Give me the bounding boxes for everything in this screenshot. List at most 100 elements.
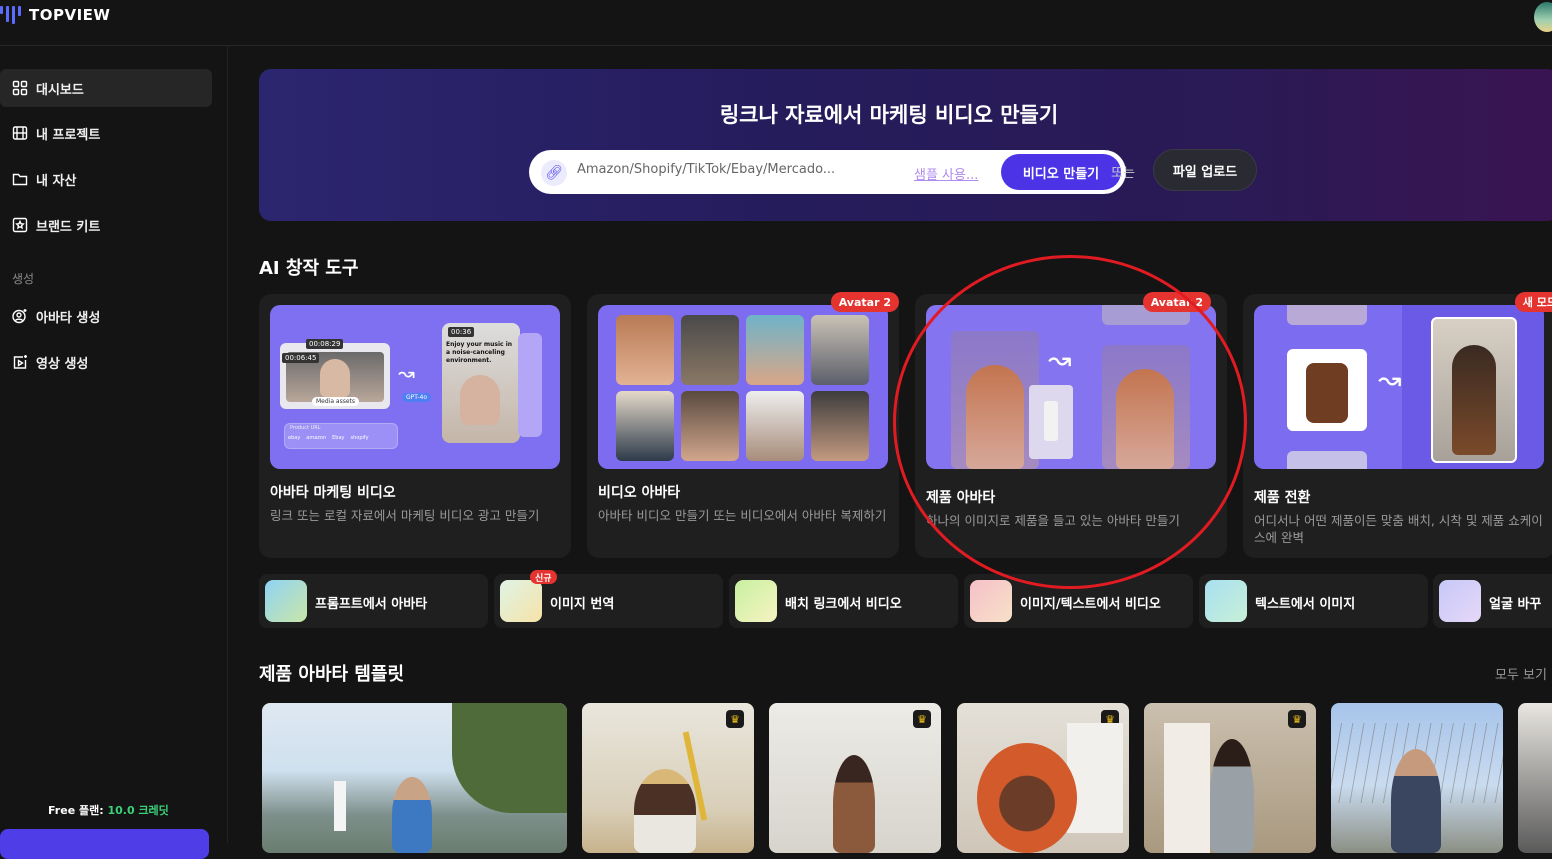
tool-card-avatar-marketing[interactable]: 00:08:29 00:06:45 Media assets Product U…: [259, 294, 571, 558]
tool-name: 제품 전환: [1254, 490, 1311, 506]
link-icon: 🔗︎: [541, 160, 567, 186]
tool-thumbnail: [598, 305, 888, 469]
tool-desc: 어디서나 어떤 제품이든 맞춤 배치, 시착 및 제품 쇼케이스에 완벽: [1254, 513, 1543, 545]
sidebar-item-avatar-create[interactable]: 아바타 생성: [0, 297, 212, 335]
logo-text: TOPVIEW: [29, 6, 111, 24]
gpt-chip: GPT-4o: [402, 393, 432, 402]
prompt-avatar-icon: [265, 580, 307, 622]
tool-card-product-switch[interactable]: ↝ 새 모드 제품 전환 어디서나 어떤 제품이든 맞춤 배치, 시착 및 제품…: [1243, 292, 1552, 558]
arrow-icon: ↝: [1378, 363, 1402, 396]
face-swap-icon: [1439, 580, 1481, 622]
media-chip: Media assets: [312, 397, 360, 406]
sidebar-item-label: 대시보드: [36, 82, 84, 98]
template-card[interactable]: [1518, 703, 1552, 853]
url-input[interactable]: [577, 162, 852, 177]
crown-icon: ♛: [726, 710, 744, 728]
tool-name: 비디오 아바타: [598, 485, 681, 501]
upgrade-button[interactable]: [0, 829, 209, 859]
sample-link[interactable]: 샘플 사용...: [914, 164, 978, 183]
mini-tool-label: 배치 링크에서 비디오: [785, 597, 902, 612]
image-text-video-icon: [970, 580, 1012, 622]
template-card[interactable]: ♛: [957, 703, 1129, 853]
crown-icon: ♛: [1288, 710, 1306, 728]
template-card[interactable]: ♛: [582, 703, 754, 853]
store-label: Ebay: [332, 435, 345, 441]
logo[interactable]: TOPVIEW: [0, 6, 110, 24]
tool-thumbnail: ↝: [926, 305, 1216, 469]
avatar2-badge: Avatar 2: [830, 292, 899, 312]
store-label: amazon: [306, 435, 327, 441]
template-card[interactable]: [1331, 703, 1503, 853]
main-content: 링크나 자료에서 마케팅 비디오 만들기 🔗︎ 샘플 사용... 비디오 만들기…: [229, 46, 1552, 853]
mini-tool-label: 텍스트에서 이미지: [1255, 597, 1356, 612]
caption-text: Enjoy your music in a noise-canceling en…: [446, 341, 513, 364]
plan-label: Free 플랜:: [48, 804, 108, 817]
or-text: 또는: [1111, 166, 1135, 181]
sidebar: 대시보드 내 프로젝트 내 자산 브랜드 키트 생성 아바타 생성 영상 생성 …: [0, 46, 228, 859]
mini-tool-text-image[interactable]: 텍스트에서 이미지: [1199, 574, 1428, 628]
mini-tool-image-translate[interactable]: 신규 이미지 번역: [494, 570, 723, 628]
top-bar: TOPVIEW: [0, 0, 1552, 46]
sidebar-item-label: 내 자산: [36, 173, 77, 189]
time-label: 00:08:29: [306, 339, 344, 349]
mini-tool-face-swap[interactable]: 얼굴 바꾸: [1433, 574, 1552, 628]
avatar-sparkle-icon: [12, 308, 28, 324]
avatar2-badge: Avatar 2: [1142, 292, 1211, 312]
sidebar-item-video-create[interactable]: 영상 생성: [0, 343, 212, 381]
plan-status: Free 플랜: 10.0 크레딧: [48, 802, 169, 818]
product-url-label: Product URL: [290, 425, 321, 431]
tool-card-product-avatar[interactable]: ↝ Avatar 2 제품 아바타 하나의 이미지로 제품을 들고 있는 아바타…: [915, 292, 1227, 558]
upload-file-button[interactable]: 파일 업로드: [1153, 149, 1257, 191]
tool-thumbnail: ↝: [1254, 305, 1544, 469]
tool-name: 아바타 마케팅 비디오: [270, 485, 396, 501]
tool-name: 제품 아바타: [926, 490, 996, 506]
mini-tool-batch-link-video[interactable]: 배치 링크에서 비디오: [729, 574, 958, 628]
brand-star-icon: [12, 217, 28, 233]
user-avatar[interactable]: [1534, 2, 1552, 32]
sidebar-item-label: 영상 생성: [36, 356, 89, 372]
mini-tool-label: 이미지 번역: [550, 597, 615, 612]
make-video-button[interactable]: 비디오 만들기: [1001, 154, 1121, 190]
store-label: shopify: [350, 435, 369, 441]
new-badge: 신규: [530, 570, 557, 584]
arrow-icon: ↝: [1048, 343, 1072, 376]
mini-tool-label: 이미지/텍스트에서 비디오: [1020, 597, 1161, 612]
mini-tool-image-text-video[interactable]: 이미지/텍스트에서 비디오: [964, 574, 1193, 628]
tool-desc: 아바타 비디오 만들기 또는 비디오에서 아바타 복제하기: [598, 508, 887, 523]
tool-desc: 링크 또는 로컬 자료에서 마케팅 비디오 광고 만들기: [270, 508, 540, 523]
sidebar-item-dashboard[interactable]: 대시보드: [0, 69, 212, 107]
folder-icon: [12, 171, 28, 187]
crown-icon: ♛: [913, 710, 931, 728]
url-input-box: 🔗︎ 샘플 사용... 비디오 만들기: [529, 150, 1126, 194]
tool-desc: 하나의 이미지로 제품을 들고 있는 아바타 만들기: [926, 513, 1180, 528]
template-card[interactable]: [262, 703, 567, 853]
film-icon: [12, 125, 28, 141]
image-translate-icon: [500, 580, 542, 622]
sidebar-item-label: 내 프로젝트: [36, 127, 101, 143]
sidebar-item-assets[interactable]: 내 자산: [0, 160, 212, 198]
templates-title: 제품 아바타 템플릿: [259, 664, 405, 685]
template-card[interactable]: ♛: [1144, 703, 1316, 853]
credit-count: 10.0 크레딧: [107, 804, 169, 817]
mini-tool-label: 프롬프트에서 아바타: [315, 597, 428, 612]
grid-icon: [12, 80, 28, 96]
hero-title: 링크나 자료에서 마케팅 비디오 만들기: [719, 103, 1059, 127]
time-label: 00:06:45: [282, 353, 320, 363]
template-card[interactable]: ♛: [769, 703, 941, 853]
mini-tool-prompt-avatar[interactable]: 프롬프트에서 아바타: [259, 574, 488, 628]
see-all-link[interactable]: 모두 보기: [1495, 664, 1547, 683]
sidebar-item-label: 아바타 생성: [36, 310, 101, 326]
ai-tools-title: AI 창작 도구: [259, 258, 359, 279]
sidebar-item-brand-kit[interactable]: 브랜드 키트: [0, 206, 212, 244]
sidebar-item-projects[interactable]: 내 프로젝트: [0, 114, 212, 152]
arrow-icon: ↝: [398, 361, 415, 385]
mini-tool-label: 얼굴 바꾸: [1489, 597, 1542, 612]
video-sparkle-icon: [12, 354, 28, 370]
new-mode-badge: 새 모드: [1514, 292, 1552, 312]
text-image-icon: [1205, 580, 1247, 622]
tool-card-video-avatar[interactable]: Avatar 2 비디오 아바타 아바타 비디오 만들기 또는 비디오에서 아바…: [587, 292, 899, 558]
batch-link-icon: [735, 580, 777, 622]
sidebar-section-create: 생성: [12, 272, 35, 286]
store-label: ebay: [288, 435, 301, 441]
hero-banner: 링크나 자료에서 마케팅 비디오 만들기 🔗︎ 샘플 사용... 비디오 만들기…: [259, 69, 1552, 221]
